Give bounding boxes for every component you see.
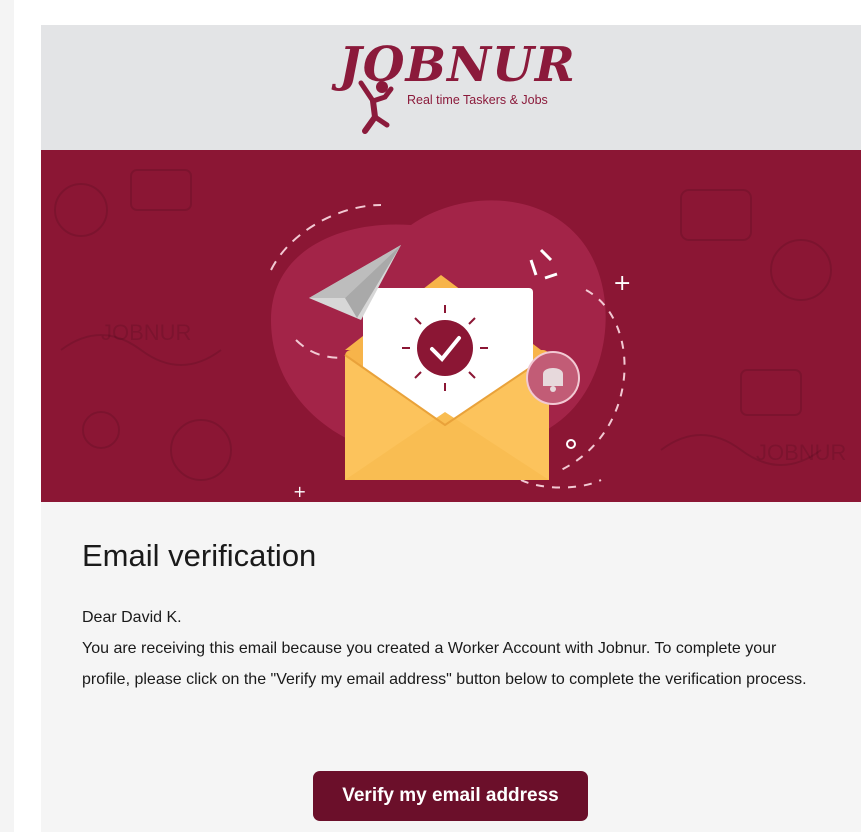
hero-illustration: JOBNUR JOBNUR + + [54,169,846,501]
svg-text:+: + [293,482,306,501]
jumping-person-icon [358,80,394,134]
hero-banner: JOBNUR JOBNUR + + [41,150,861,502]
email-body: Email verification Dear David K. You are… [41,502,861,832]
jobnur-logo: JOBNUR Real time Taskers & Jobs [331,33,575,143]
pattern-text-left: JOBNUR [101,320,191,345]
email-title: Email verification [82,538,317,573]
email-card: JOBNUR Real time Taskers & Jobs JOBNUR J… [41,25,861,832]
body-paragraph: You are receiving this email because you… [82,640,807,688]
page-margin [0,0,14,832]
greeting-text: Dear David K. [82,609,182,626]
svg-text:+: + [613,271,631,296]
email-header: JOBNUR Real time Taskers & Jobs [41,25,861,150]
pattern-text-right: JOBNUR [756,440,846,465]
logo-tagline: Real time Taskers & Jobs [407,93,548,107]
verify-email-button[interactable]: Verify my email address [313,771,588,821]
